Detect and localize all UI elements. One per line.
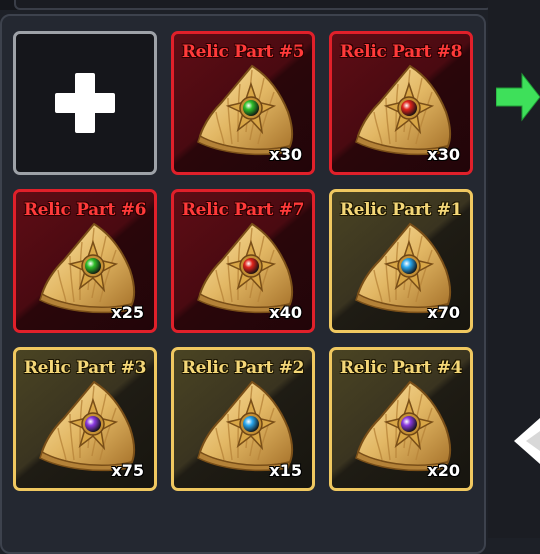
relic-title: Relic Part #7 bbox=[181, 200, 305, 220]
relic-title: Relic Part #2 bbox=[181, 358, 305, 378]
relic-slot[interactable]: Relic Part #5 x30 bbox=[171, 31, 315, 175]
relic-slot[interactable]: Relic Part #3 x75 bbox=[13, 347, 157, 491]
relic-title: Relic Part #4 bbox=[339, 358, 463, 378]
relic-slot[interactable]: Relic Part #8 x30 bbox=[329, 31, 473, 175]
relic-part-icon bbox=[355, 380, 452, 472]
relic-part-icon bbox=[197, 380, 294, 472]
arrow-left-icon[interactable] bbox=[512, 416, 540, 466]
relic-slot[interactable]: Relic Part #2 x15 bbox=[171, 347, 315, 491]
relic-title: Relic Part #8 bbox=[339, 42, 463, 62]
relic-count: x15 bbox=[269, 461, 302, 480]
relic-title: Relic Part #1 bbox=[339, 200, 463, 220]
relic-count: x40 bbox=[269, 303, 302, 322]
relic-count: x20 bbox=[427, 461, 460, 480]
relic-count: x70 bbox=[427, 303, 460, 322]
top-bar bbox=[0, 0, 540, 10]
relic-slot[interactable]: Relic Part #4 x20 bbox=[329, 347, 473, 491]
add-slot-button[interactable] bbox=[13, 31, 157, 175]
relic-slot[interactable]: Relic Part #1 x70 bbox=[329, 189, 473, 333]
relic-title: Relic Part #5 bbox=[181, 42, 305, 62]
relic-title: Relic Part #3 bbox=[23, 358, 147, 378]
relic-part-icon bbox=[197, 222, 294, 314]
relic-part-icon bbox=[355, 64, 452, 156]
relic-part-icon bbox=[39, 380, 136, 472]
relic-part-icon bbox=[197, 64, 294, 156]
top-panel-edge bbox=[14, 0, 492, 10]
plus-icon bbox=[55, 73, 115, 133]
relic-slot[interactable]: Relic Part #7 x40 bbox=[171, 189, 315, 333]
arrow-right-icon[interactable] bbox=[496, 72, 540, 122]
relic-slot[interactable]: Relic Part #6 x25 bbox=[13, 189, 157, 333]
relic-count: x30 bbox=[427, 145, 460, 164]
relic-part-icon bbox=[39, 222, 136, 314]
relic-count: x75 bbox=[111, 461, 144, 480]
relic-count: x30 bbox=[269, 145, 302, 164]
relic-title: Relic Part #6 bbox=[23, 200, 147, 220]
relic-part-icon bbox=[355, 222, 452, 314]
relic-count: x25 bbox=[111, 303, 144, 322]
